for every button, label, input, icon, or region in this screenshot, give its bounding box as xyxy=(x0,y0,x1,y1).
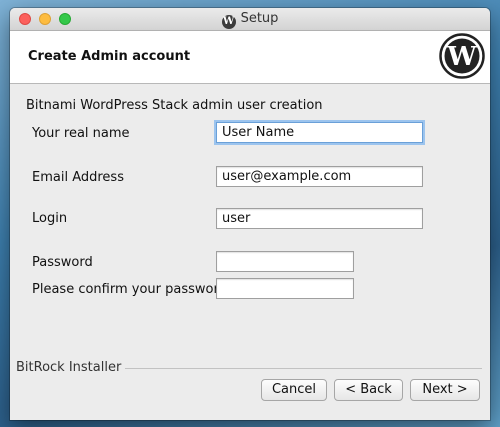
next-button[interactable]: Next > xyxy=(410,379,480,401)
installer-label: BitRock Installer xyxy=(16,360,126,375)
title-bar[interactable]: W Setup xyxy=(10,8,490,31)
window-title: Setup xyxy=(240,11,279,26)
password-label: Password xyxy=(32,255,93,270)
confirm-password-input[interactable] xyxy=(216,278,354,299)
window-title-area: W Setup xyxy=(10,11,490,29)
real-name-label: Your real name xyxy=(32,126,130,141)
wordpress-small-icon: W xyxy=(221,15,236,29)
footer-divider xyxy=(114,368,482,369)
wordpress-logo-icon: W xyxy=(439,33,485,79)
svg-text:W: W xyxy=(446,42,477,72)
setup-window: W Setup Create Admin account W Bitnami Wo… xyxy=(10,8,490,420)
login-input[interactable] xyxy=(216,208,423,229)
back-button[interactable]: < Back xyxy=(334,379,403,401)
confirm-password-label: Please confirm your password xyxy=(32,282,227,297)
real-name-input[interactable] xyxy=(216,122,423,143)
email-input[interactable] xyxy=(216,166,423,187)
page-title: Create Admin account xyxy=(28,49,191,64)
cancel-button[interactable]: Cancel xyxy=(261,379,327,401)
wizard-header: Create Admin account W xyxy=(10,31,490,84)
login-label: Login xyxy=(32,211,68,226)
password-input[interactable] xyxy=(216,251,354,272)
email-label: Email Address xyxy=(32,170,124,185)
form-subtitle: Bitnami WordPress Stack admin user creat… xyxy=(26,98,323,113)
